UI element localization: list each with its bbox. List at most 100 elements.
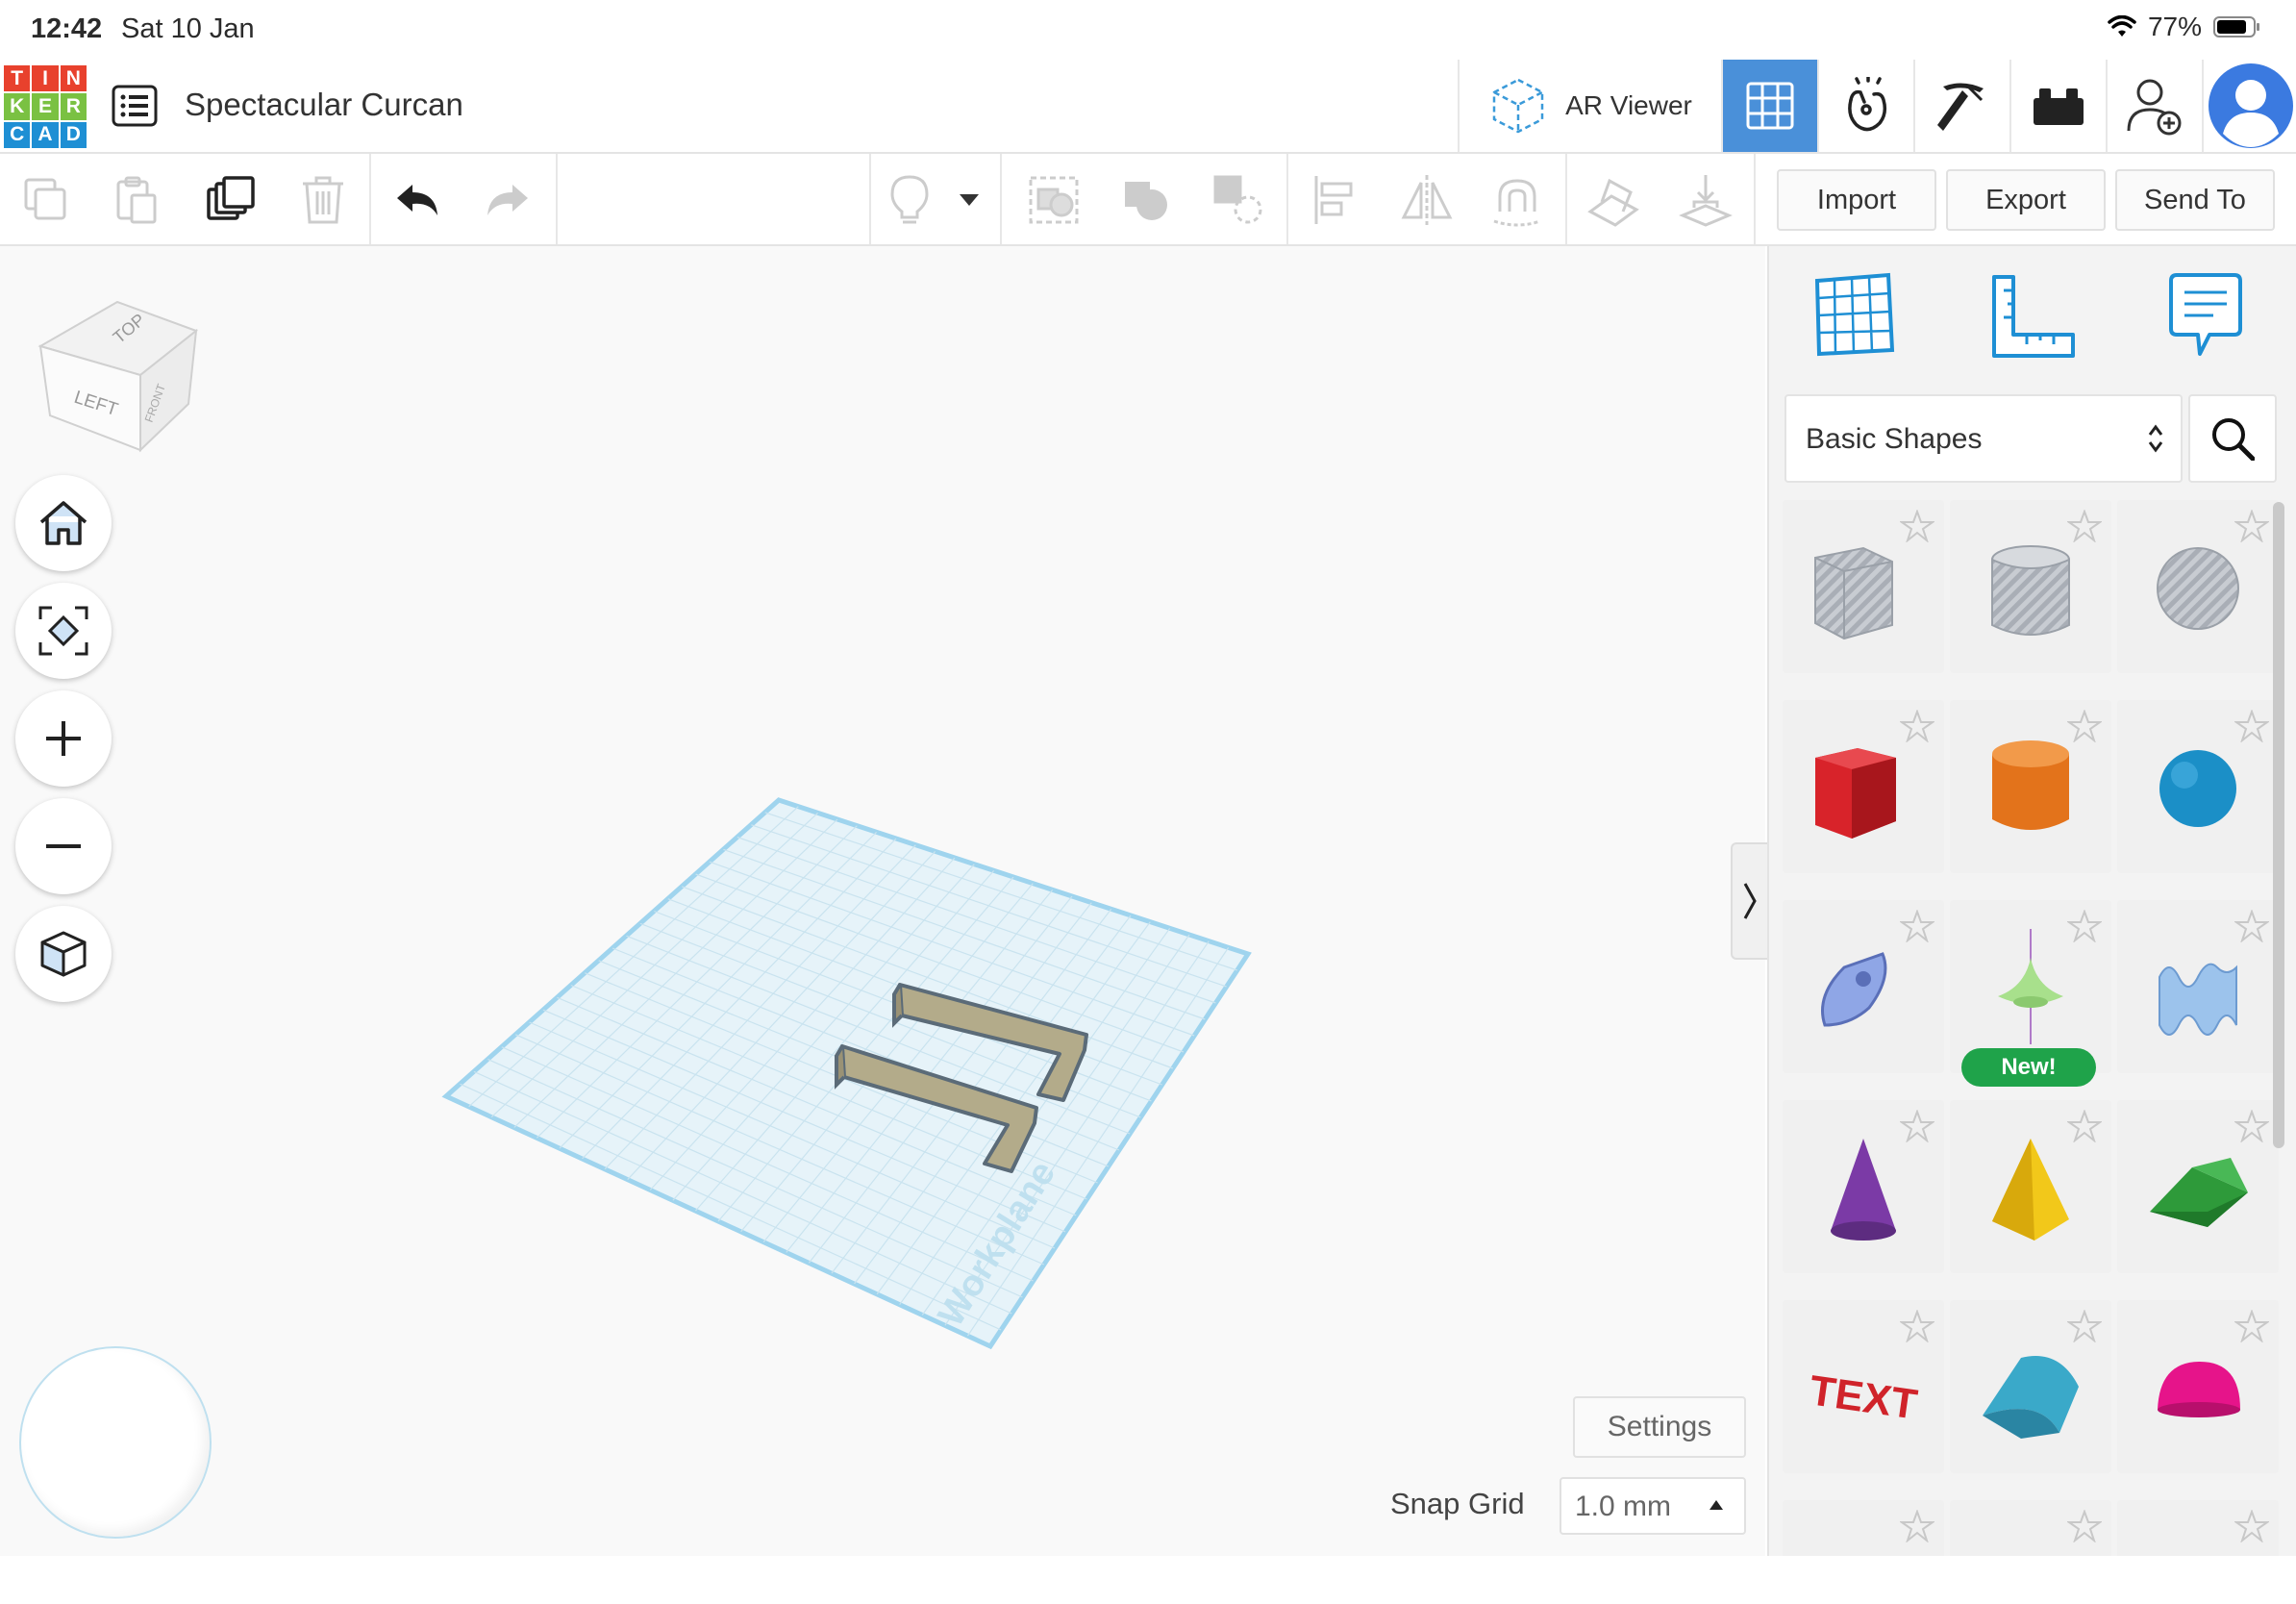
ungroup-icon xyxy=(1125,182,1167,220)
cube-icon xyxy=(40,931,87,977)
align-button[interactable] xyxy=(1306,171,1363,229)
bricks-button[interactable] xyxy=(1913,60,2009,152)
ruler-icon xyxy=(1992,275,2075,358)
avatar xyxy=(2209,63,2293,148)
star-icon[interactable] xyxy=(2234,510,2269,542)
tinkercad-logo[interactable]: TIN KER CAD xyxy=(4,65,87,148)
notes-dropdown[interactable] xyxy=(950,171,988,229)
workplane-button[interactable] xyxy=(1585,171,1642,229)
delete-button[interactable] xyxy=(294,171,352,229)
shape-tile[interactable] xyxy=(1950,700,2111,873)
copy-icon xyxy=(24,178,66,220)
star-icon[interactable] xyxy=(2067,1510,2102,1542)
shape-tile[interactable] xyxy=(1783,700,1944,873)
star-icon[interactable] xyxy=(1900,710,1934,742)
group-button[interactable] xyxy=(1025,171,1083,229)
logo-letter: N xyxy=(60,65,87,92)
notes-tool-button[interactable] xyxy=(2165,271,2261,367)
star-icon[interactable] xyxy=(2067,1110,2102,1142)
shape-tile[interactable] xyxy=(2117,1100,2279,1273)
shape-tile[interactable] xyxy=(2117,1300,2279,1473)
star-icon[interactable] xyxy=(2234,710,2269,742)
cruise-button[interactable] xyxy=(1488,171,1546,229)
copy-button[interactable] xyxy=(17,171,75,229)
hole-button[interactable] xyxy=(1210,171,1267,229)
shape-tile[interactable]: New! xyxy=(1950,900,2111,1087)
blocks-button[interactable] xyxy=(1817,60,1913,152)
star-icon[interactable] xyxy=(2234,1310,2269,1342)
shape-tile[interactable] xyxy=(1783,1100,1944,1273)
send-to-button[interactable]: Send To xyxy=(2115,169,2275,231)
star-icon[interactable] xyxy=(1900,510,1934,542)
star-icon[interactable] xyxy=(2067,1310,2102,1342)
settings-button[interactable]: Settings xyxy=(1573,1396,1746,1458)
star-icon[interactable] xyxy=(2234,910,2269,942)
paste-button[interactable] xyxy=(108,171,165,229)
shape-tile[interactable] xyxy=(1783,500,1944,673)
ortho-view-button[interactable] xyxy=(15,906,112,1002)
mirror-button[interactable] xyxy=(1398,171,1456,229)
3d-canvas[interactable]: TOP LEFT FRONT Workplane Settings Snap G… xyxy=(0,246,1767,1556)
view-cube[interactable]: TOP LEFT FRONT xyxy=(35,288,208,462)
star-icon[interactable] xyxy=(2234,1510,2269,1542)
text-shape-label: TEXT xyxy=(1807,1366,1920,1428)
wifi-icon xyxy=(2108,15,2136,37)
snap-grid-select[interactable]: 1.0 mm xyxy=(1560,1477,1746,1535)
invite-user-button[interactable] xyxy=(2106,60,2202,152)
shape-tile[interactable] xyxy=(2117,500,2279,673)
star-icon[interactable] xyxy=(2234,1110,2269,1142)
redo-button[interactable] xyxy=(479,171,537,229)
shape-category-select[interactable]: Basic Shapes xyxy=(1784,394,2183,483)
orbit-control[interactable] xyxy=(19,1346,212,1539)
star-icon[interactable] xyxy=(1900,910,1934,942)
shape-tile[interactable] xyxy=(2117,900,2279,1073)
profile-button[interactable] xyxy=(2202,60,2296,152)
logo-letter: C xyxy=(4,121,31,148)
ungroup-button[interactable] xyxy=(1117,171,1175,229)
shape-tile[interactable] xyxy=(1950,500,2111,673)
notes-button[interactable] xyxy=(881,171,938,229)
import-button[interactable]: Import xyxy=(1777,169,1936,231)
star-icon[interactable] xyxy=(1900,1110,1934,1142)
shape-tile[interactable] xyxy=(1950,1300,2111,1473)
star-icon[interactable] xyxy=(2067,510,2102,542)
plus-icon xyxy=(46,721,81,756)
star-icon[interactable] xyxy=(1900,1510,1934,1542)
logo-letter: T xyxy=(4,65,31,92)
shape-tile[interactable] xyxy=(1950,1500,2111,1556)
lego-button[interactable] xyxy=(2009,60,2106,152)
shape-tile[interactable] xyxy=(1950,1100,2111,1273)
view-3d-button[interactable] xyxy=(1721,60,1817,152)
undo-button[interactable] xyxy=(388,171,446,229)
ar-viewer-button[interactable]: AR Viewer xyxy=(1458,60,1721,152)
logo-letter: E xyxy=(32,93,59,120)
shape-tile[interactable] xyxy=(1783,900,1944,1073)
ar-cube-icon xyxy=(1492,78,1544,134)
design-list-button[interactable] xyxy=(112,85,158,127)
panel-toggle-button[interactable] xyxy=(1731,842,1767,960)
panel-scrollbar[interactable] xyxy=(2273,502,2284,1148)
workplane-tool-button[interactable] xyxy=(1811,271,1908,367)
star-icon[interactable] xyxy=(1900,1310,1934,1342)
design-title[interactable]: Spectacular Curcan xyxy=(185,87,463,123)
duplicate-button[interactable] xyxy=(202,171,260,229)
shape-tile[interactable] xyxy=(2117,700,2279,873)
export-button[interactable]: Export xyxy=(1946,169,2106,231)
grid-view-icon xyxy=(1746,82,1794,130)
undo-icon xyxy=(397,185,437,215)
shape-tile[interactable] xyxy=(2117,1500,2279,1556)
shape-tile[interactable] xyxy=(1783,1500,1944,1556)
workplane[interactable]: Workplane xyxy=(423,535,1269,1362)
star-icon[interactable] xyxy=(2067,710,2102,742)
drop-button[interactable] xyxy=(1677,171,1734,229)
shape-search-button[interactable] xyxy=(2188,394,2277,483)
star-icon[interactable] xyxy=(2067,910,2102,942)
zoom-out-button[interactable] xyxy=(15,798,112,894)
home-icon xyxy=(39,501,87,545)
home-view-button[interactable] xyxy=(15,475,112,571)
shape-tile[interactable]: TEXT xyxy=(1783,1300,1944,1473)
updown-chevron-icon xyxy=(2148,424,2163,453)
zoom-in-button[interactable] xyxy=(15,690,112,787)
ruler-tool-button[interactable] xyxy=(1988,271,2084,367)
fit-view-button[interactable] xyxy=(15,583,112,679)
